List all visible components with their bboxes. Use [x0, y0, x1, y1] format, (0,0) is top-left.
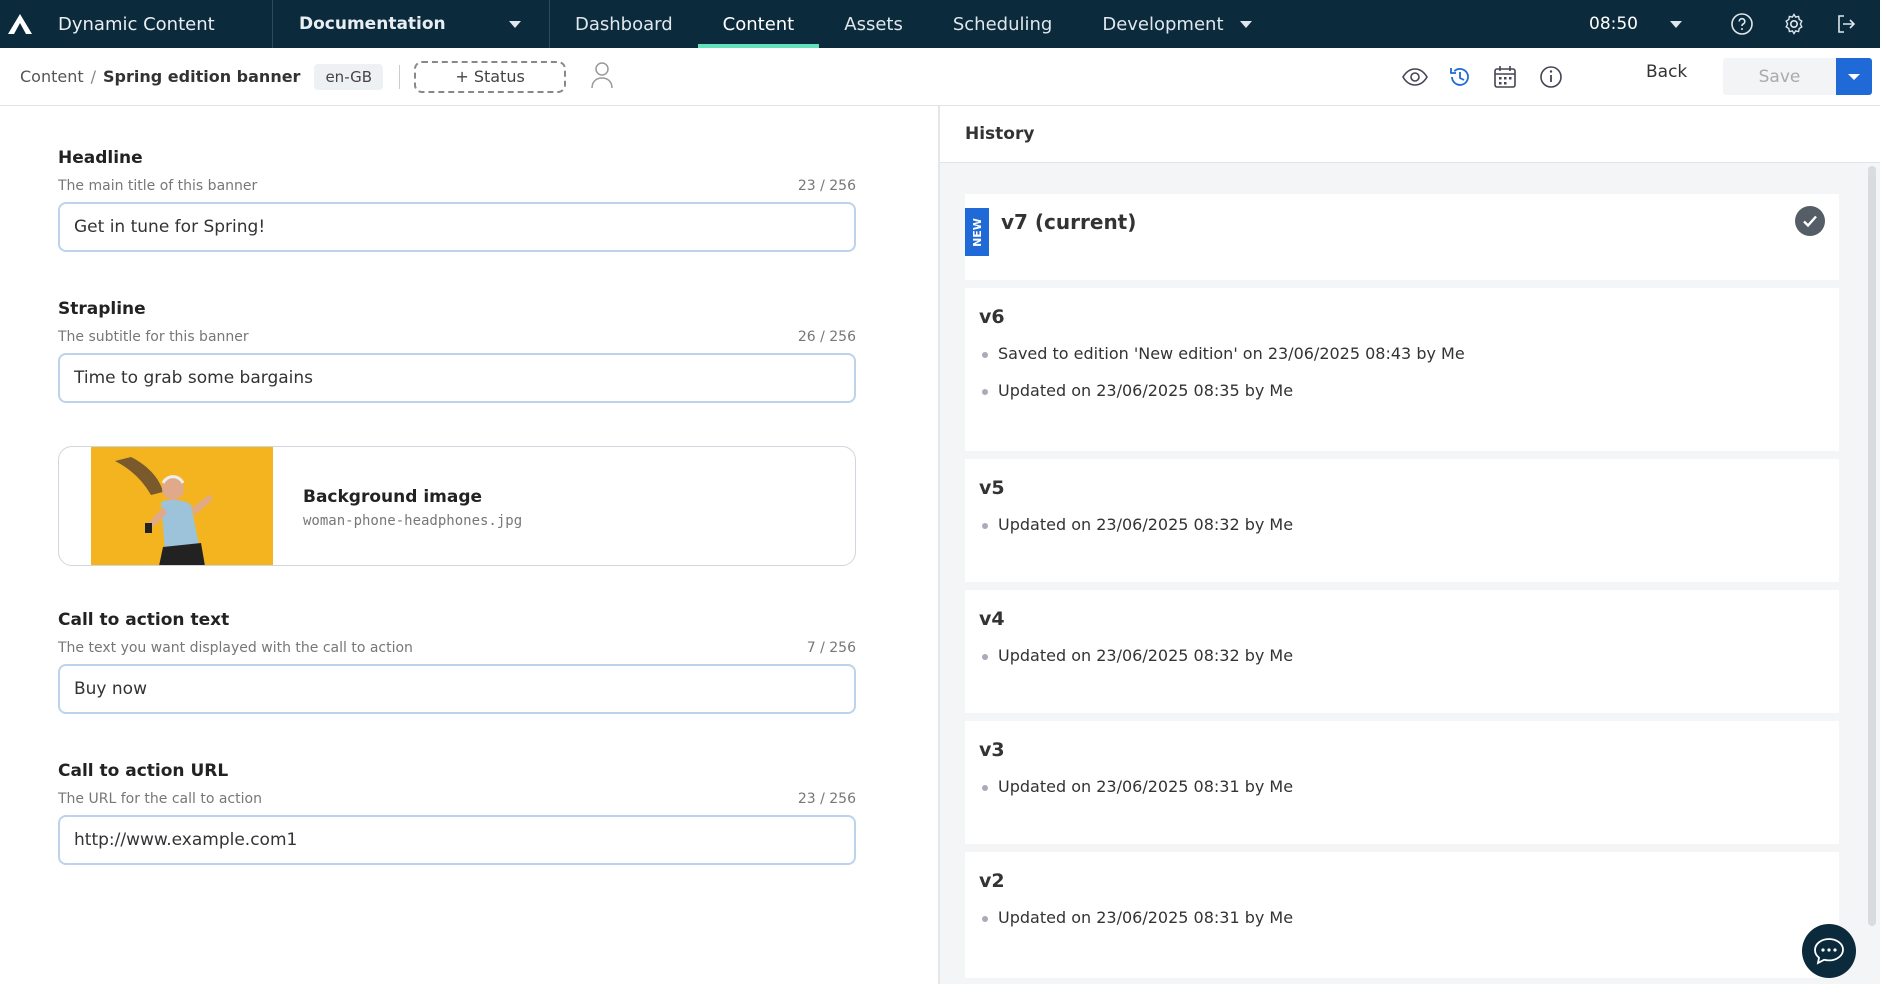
save-button[interactable]: Save [1723, 58, 1836, 95]
chevron-down-icon [1670, 20, 1682, 28]
tab-assets[interactable]: Assets [819, 0, 928, 48]
background-image-thumbnail [91, 447, 273, 565]
version-name: v3 [979, 739, 1005, 761]
version-card[interactable]: v6 Saved to edition 'New edition' on 23/… [965, 288, 1839, 451]
version-name: v6 [979, 306, 1005, 328]
locale-badge[interactable]: en-GB [314, 63, 384, 90]
history-title: History [965, 124, 1035, 144]
app-title: Dynamic Content [58, 13, 215, 35]
info-icon[interactable] [1536, 62, 1566, 92]
chat-icon[interactable] [1802, 924, 1856, 978]
history-entry: Updated on 23/06/2025 08:35 by Me [981, 381, 1294, 400]
version-name: v2 [979, 870, 1005, 892]
history-entry: Updated on 23/06/2025 08:32 by Me [981, 515, 1294, 534]
back-button[interactable]: Back [1646, 62, 1687, 82]
headline-description: The main title of this banner [58, 178, 258, 194]
version-name: v7 (current) [1001, 210, 1137, 234]
new-badge: NEW [965, 208, 989, 256]
toolbar-divider [399, 64, 401, 89]
clock-selector[interactable]: 08:50 [1589, 0, 1682, 48]
headline-input[interactable]: Get in tune for Spring! [58, 202, 856, 252]
background-image-filename: woman-phone-headphones.jpg [303, 513, 523, 529]
tab-content[interactable]: Content [697, 0, 820, 48]
cta-text-description: The text you want displayed with the cal… [58, 640, 413, 656]
preview-eye-icon[interactable] [1400, 62, 1430, 92]
version-name: v5 [979, 477, 1005, 499]
logout-icon[interactable] [1832, 10, 1860, 38]
headline-field: Headline The main title of this banner 2… [58, 148, 856, 252]
history-entry: Updated on 23/06/2025 08:32 by Me [981, 646, 1294, 665]
tab-development[interactable]: Development [1077, 0, 1276, 48]
background-image-label: Background image [303, 487, 483, 507]
version-card[interactable]: v5 Updated on 23/06/2025 08:32 by Me [965, 459, 1839, 582]
cta-text-char-count: 7 / 256 [806, 640, 856, 656]
cta-url-description: The URL for the call to action [58, 791, 262, 807]
history-scrollbar[interactable] [1868, 166, 1876, 926]
top-navigation: Dynamic Content Documentation Dashboard … [0, 0, 1880, 48]
strapline-input[interactable]: Time to grab some bargains [58, 353, 856, 403]
history-header: History [940, 106, 1880, 163]
background-image-card[interactable]: Background image woman-phone-headphones.… [58, 446, 856, 566]
help-icon[interactable] [1728, 10, 1756, 38]
history-panel: History NEW v7 (current) v6 Saved to edi… [940, 106, 1880, 984]
version-name: v4 [979, 608, 1005, 630]
strapline-char-count: 26 / 256 [797, 329, 856, 345]
breadcrumb-separator: / [90, 67, 97, 86]
cta-url-label: Call to action URL [58, 761, 229, 781]
calendar-icon[interactable] [1490, 62, 1520, 92]
tab-scheduling[interactable]: Scheduling [928, 0, 1077, 48]
user-icon[interactable] [590, 60, 614, 94]
version-card[interactable]: v3 Updated on 23/06/2025 08:31 by Me [965, 721, 1839, 844]
history-icon[interactable] [1445, 62, 1475, 92]
cta-text-label: Call to action text [58, 610, 230, 630]
chevron-down-icon [1239, 20, 1252, 28]
version-card[interactable]: v4 Updated on 23/06/2025 08:32 by Me [965, 590, 1839, 713]
tab-dashboard[interactable]: Dashboard [550, 0, 698, 48]
cta-text-input[interactable]: Buy now [58, 664, 856, 714]
cta-url-char-count: 23 / 256 [797, 791, 856, 807]
history-entry: Updated on 23/06/2025 08:31 by Me [981, 908, 1294, 927]
settings-icon[interactable] [1780, 10, 1808, 38]
cta-url-input[interactable]: http://www.example.com1 [58, 815, 856, 865]
check-icon [1795, 206, 1825, 236]
content-toolbar: Content / Spring edition banner en-GB + … [0, 48, 1880, 106]
hub-selector[interactable]: Documentation [273, 0, 549, 48]
version-card[interactable]: v2 Updated on 23/06/2025 08:31 by Me [965, 852, 1839, 978]
headline-char-count: 23 / 256 [797, 178, 856, 194]
strapline-description: The subtitle for this banner [58, 329, 249, 345]
breadcrumb-root[interactable]: Content [20, 67, 84, 86]
tab-development-label: Development [1102, 13, 1224, 35]
add-status-button[interactable]: + Status [414, 60, 567, 93]
save-options-dropdown[interactable] [1836, 58, 1872, 95]
hub-name: Documentation [299, 14, 446, 34]
version-current-card[interactable]: NEW v7 (current) [965, 194, 1839, 280]
chevron-down-icon [1848, 73, 1860, 80]
cta-text-field: Call to action text The text you want di… [58, 610, 856, 714]
headline-label: Headline [58, 148, 143, 168]
history-entry: Saved to edition 'New edition' on 23/06/… [982, 344, 1465, 363]
amplience-logo[interactable] [0, 0, 40, 48]
strapline-field: Strapline The subtitle for this banner 2… [58, 299, 856, 403]
clock-time: 08:50 [1589, 14, 1638, 34]
cta-url-field: Call to action URL The URL for the call … [58, 761, 856, 865]
strapline-label: Strapline [58, 299, 146, 319]
breadcrumb-current: Spring edition banner [103, 67, 301, 86]
history-entry: Updated on 23/06/2025 08:31 by Me [981, 777, 1294, 796]
chevron-down-icon [509, 20, 521, 28]
